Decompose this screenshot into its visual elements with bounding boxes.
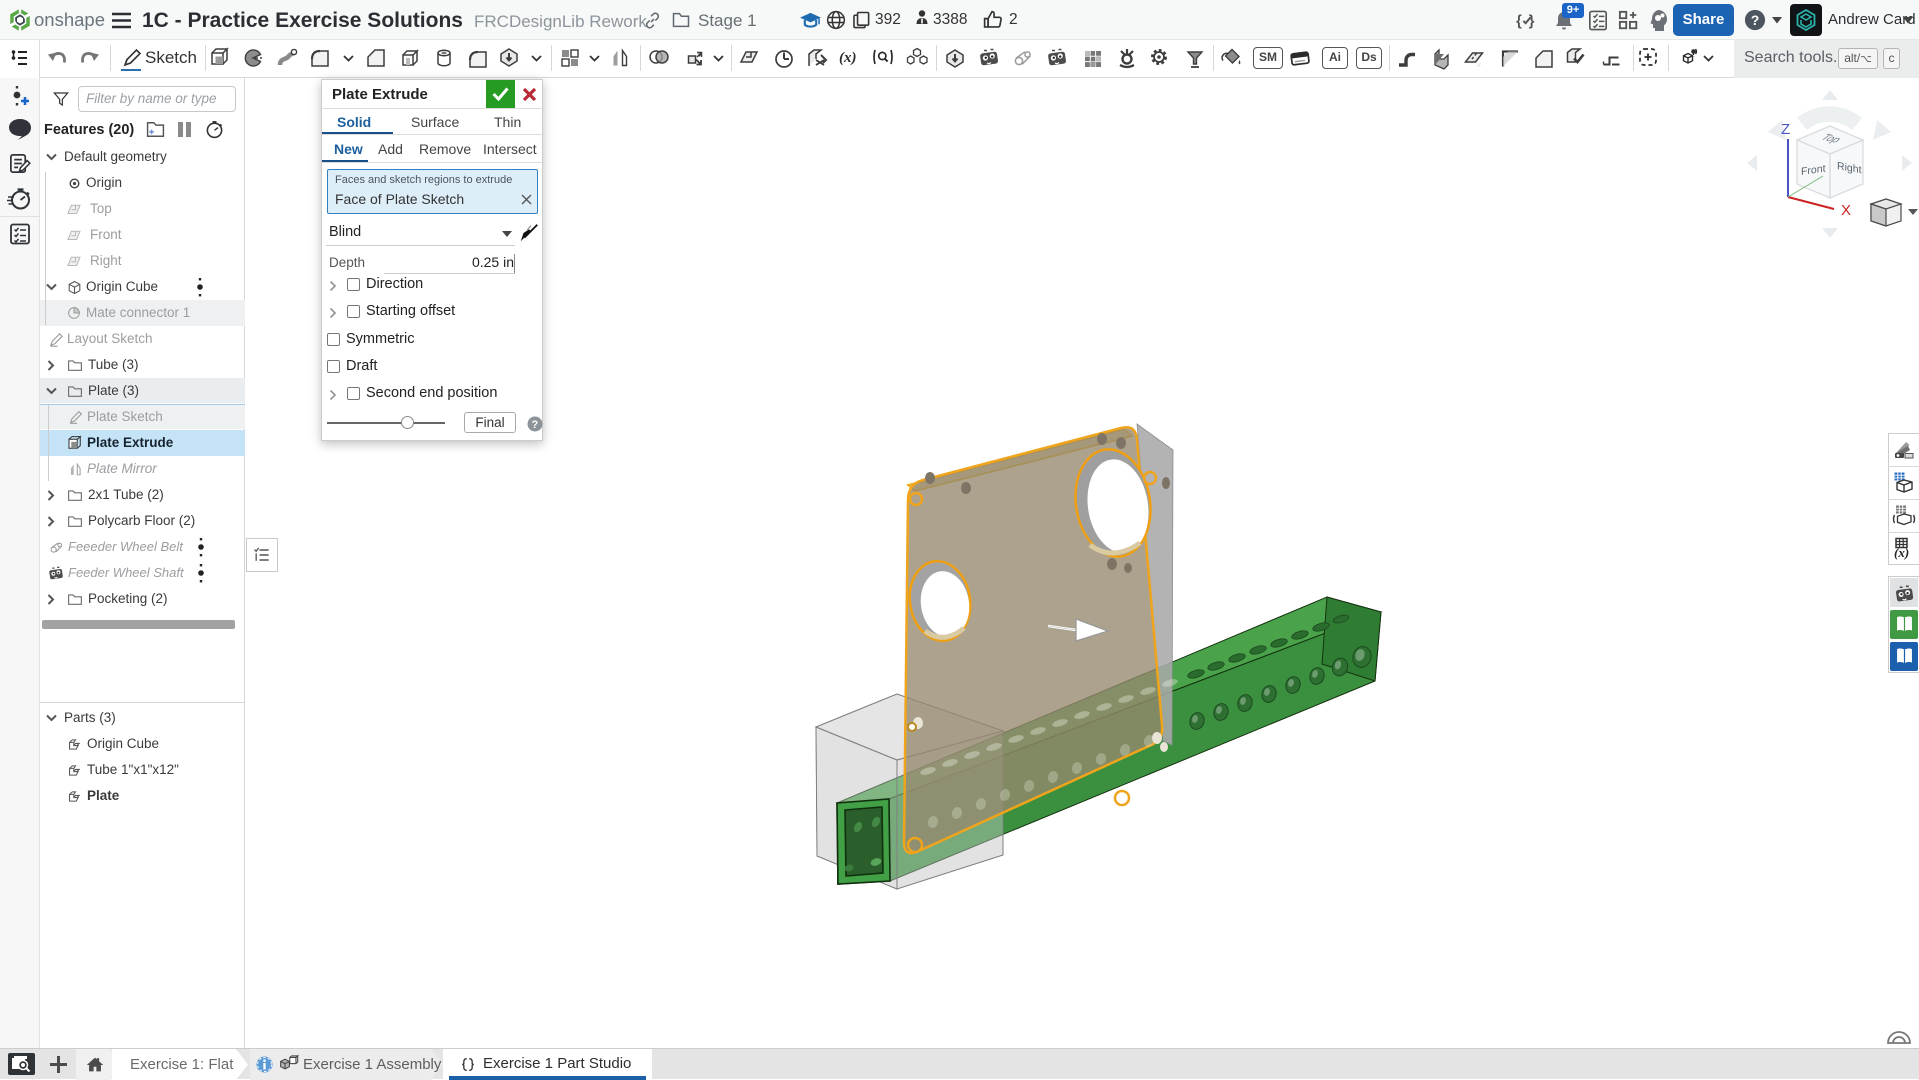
svg-text:?: ?	[532, 419, 539, 431]
svg-text:X: X	[1841, 202, 1851, 219]
svg-text:(x): (x)	[1894, 545, 1909, 560]
svg-text:Z: Z	[1781, 121, 1790, 138]
svg-text:{: {	[1516, 13, 1522, 29]
svg-text:?: ?	[1751, 13, 1759, 28]
svg-text:}: }	[1529, 13, 1535, 29]
